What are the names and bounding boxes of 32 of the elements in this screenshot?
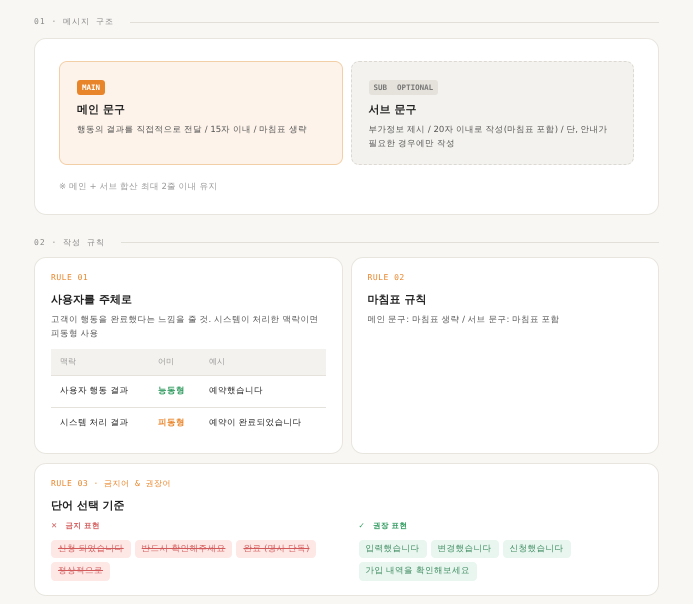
block-description: 행동의 결과를 직접적으로 전달 / 15자 이내 / 마침표 생략 — [77, 124, 308, 137]
table-cell: 능동형 — [148, 376, 200, 408]
word-chip: 완료 (명사 단독) — [236, 540, 316, 558]
word-chip: 정상적으로 — [51, 562, 110, 582]
block-title: 메인 문구 — [77, 102, 126, 118]
column-header: 예시 — [200, 349, 326, 376]
block-title: 서브 문구 — [368, 102, 418, 118]
rule-description: 고객이 행동을 완료했다는 느낌을 줄 것. 시스템이 처리한 맥락이면 피동형 사용 — [51, 314, 320, 341]
table-cell: 시스템 처리 결과 — [51, 408, 149, 439]
table-cell: 예약했습니다 — [200, 376, 326, 408]
section-label: 02 · 작성 규칙 — [34, 236, 105, 249]
word-chip: 신청 되었습니다 — [51, 540, 131, 558]
column-header: 어미 — [148, 349, 200, 376]
block-description: 부가정보 제시 / 20자 이내로 작성(마침표 포함) / 단, 안내가 필요한 경우에만 작성 — [368, 124, 609, 151]
note-text: ※ 메인 + 서브 합산 최대 2줄 이내 유지 — [59, 181, 218, 194]
table-cell: 예약이 완료되었습니다 — [200, 408, 326, 439]
rule-description: 메인 문구: 마침표 생략 / 서브 문구: 마침표 포함 — [368, 314, 561, 328]
rule-title: 마침표 규칙 — [368, 292, 428, 308]
rule-title: 단어 선택 기준 — [51, 498, 126, 514]
table-cell: 사용자 행동 결과 — [51, 376, 149, 408]
word-chip: 신청했습니다 — [502, 540, 570, 558]
word-chip: 변경했습니다 — [430, 540, 498, 558]
column-header: 맥락 — [51, 349, 149, 376]
word-chip: 입력했습니다 — [358, 540, 426, 558]
section-label: 01 · 메시지 구조 — [34, 16, 114, 28]
rule-title: 사용자를 주체로 — [51, 292, 133, 308]
table-cell: 피동형 — [148, 408, 200, 439]
rule-label: RULE 01 — [51, 272, 90, 284]
word-chip: 반드시 확인해주세요 — [134, 540, 232, 558]
rule-label: RULE 02 — [368, 272, 406, 284]
rule-label: RULE 03 · 금지어 & 권장어 — [51, 478, 172, 490]
word-chip: 가입 내역을 확인해보세요 — [358, 562, 477, 582]
